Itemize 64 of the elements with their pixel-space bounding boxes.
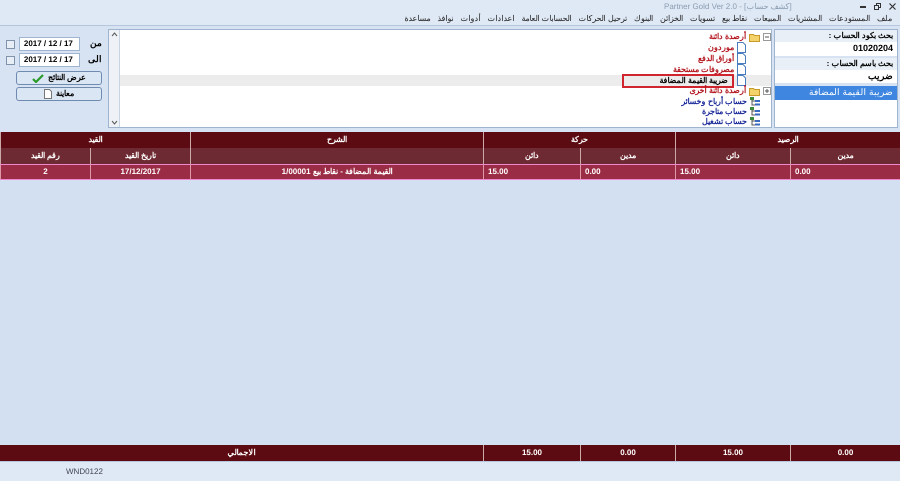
table-cell: 15.00 (675, 165, 790, 179)
account-tree-icon (750, 107, 760, 116)
menu-item[interactable]: نوافذ (437, 13, 454, 25)
menu-item[interactable]: مساعدة (404, 13, 430, 25)
date-field[interactable]: 2017 / 12 / 17 (18, 37, 80, 51)
document-icon (44, 89, 52, 99)
checkbox[interactable] (6, 40, 15, 48)
menu-item[interactable]: البنوك (634, 13, 653, 25)
tree-item[interactable]: مصروفات مستحقة (672, 64, 734, 75)
table-cell: 15.00 (483, 165, 580, 179)
action-button[interactable]: عرض النتائج (16, 71, 102, 85)
tree-item[interactable]: حساب أرباح وخسائر (682, 96, 747, 106)
menu-item[interactable]: المبيعات (754, 13, 781, 25)
field-label: بحث باسم الحساب : (775, 58, 897, 70)
scrollbar[interactable] (109, 30, 120, 127)
menu-item[interactable]: نقاط بيع (722, 13, 747, 25)
table-cell: 0.00 (790, 165, 900, 179)
table-cell: 17/12/2017 (90, 165, 190, 179)
menu-item[interactable]: الحسابات العامة (521, 13, 572, 25)
menu-item[interactable]: ترحيل الحركات (578, 13, 627, 25)
window-title: [كشف حساب] - Partner Gold Ver 2.0 (664, 0, 792, 12)
document-icon (737, 75, 746, 86)
menu-item[interactable]: ملف (877, 13, 892, 25)
tree-item[interactable]: أوراق الدفع (698, 54, 734, 64)
scroll-down-icon[interactable] (110, 120, 118, 125)
account-code-field[interactable]: 01020204 (775, 42, 897, 56)
account-name-field[interactable]: ضريب (775, 70, 897, 83)
field-label: بحث بكود الحساب : (775, 30, 897, 42)
field-label: من (89, 37, 102, 50)
close-icon[interactable] (889, 3, 896, 10)
document-icon (737, 42, 746, 54)
status-text: WND0122 (66, 466, 103, 478)
field-label: الى (87, 53, 102, 66)
menu-item[interactable]: الخزائن (660, 13, 683, 25)
table-cell: 2 (0, 165, 90, 179)
minimize-icon[interactable] (860, 6, 866, 8)
checkbox[interactable] (6, 56, 15, 64)
table-cell: القيمة المضافة - نقاط بيع 1/00001 (190, 165, 483, 179)
date-field[interactable]: 2017 / 12 / 17 (18, 53, 80, 67)
expand-toggle-icon[interactable] (763, 87, 771, 96)
tree-item[interactable]: موردون (708, 42, 734, 53)
menu-item[interactable]: المستودعات (829, 13, 870, 25)
account-tree-icon (750, 97, 760, 106)
menu-item[interactable]: المشتريات (788, 13, 822, 25)
tree-item[interactable]: ضريبة القيمة المضافة (622, 74, 734, 88)
table-cell: 0.00 (580, 165, 675, 179)
total-label: الاجمالي (226, 447, 256, 460)
account-tree-icon (750, 117, 760, 126)
tree-item[interactable]: أرصدة دائنة أخرى (690, 86, 746, 96)
checkmark-icon (32, 74, 44, 82)
scroll-up-icon[interactable] (110, 32, 118, 37)
menu-item[interactable]: اعدادات (487, 13, 514, 25)
list-item[interactable]: ضريبة القيمة المضافة (775, 86, 897, 100)
menu-item[interactable]: أدوات (460, 13, 480, 25)
menu-item[interactable]: تسويات (690, 13, 715, 25)
tree-item[interactable]: حساب متاجرة (702, 106, 747, 117)
document-icon (737, 64, 746, 76)
collapse-toggle-icon[interactable] (763, 33, 771, 42)
restore-icon[interactable] (874, 3, 881, 10)
tree-item[interactable]: أرصدة دائنة (708, 32, 746, 42)
folder-icon (749, 32, 760, 42)
action-button[interactable]: معاينة (16, 87, 102, 101)
document-icon (737, 53, 746, 64)
tree-item[interactable]: حساب تشغيل (702, 116, 747, 127)
